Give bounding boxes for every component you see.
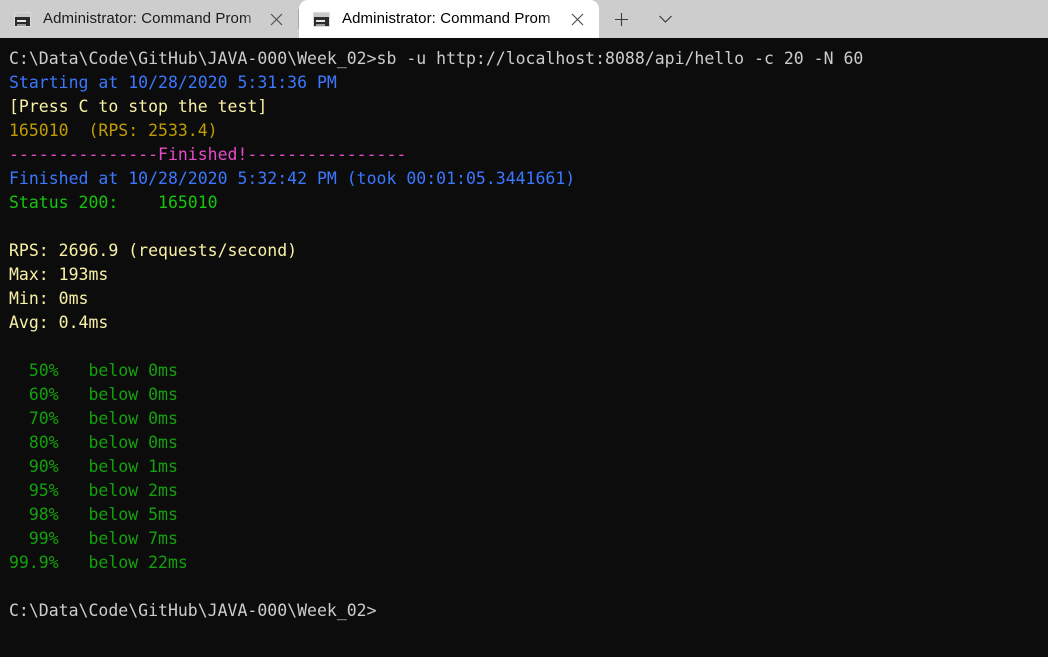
- close-icon[interactable]: [260, 4, 292, 34]
- tab-strip: Administrator: Command Prom Administrato…: [0, 0, 687, 38]
- terminal-line: 60% below 0ms: [9, 385, 178, 404]
- terminal-line: ---------------Finished!----------------: [9, 145, 407, 164]
- close-icon[interactable]: [561, 4, 593, 34]
- chevron-down-icon[interactable]: [643, 0, 687, 38]
- title-bar: Administrator: Command Prom Administrato…: [0, 0, 1048, 38]
- terminal-line: Min: 0ms: [9, 289, 89, 308]
- terminal-line: 95% below 2ms: [9, 481, 178, 500]
- terminal-line: 90% below 1ms: [9, 457, 178, 476]
- terminal-line: 70% below 0ms: [9, 409, 178, 428]
- terminal-pane[interactable]: C:\Data\Code\GitHub\JAVA-000\Week_02>sb …: [0, 38, 1048, 657]
- tab-title: Administrator: Command Prom: [342, 10, 551, 27]
- new-tab-button[interactable]: [599, 0, 643, 38]
- terminal-line: 80% below 0ms: [9, 433, 178, 452]
- terminal-line: Starting at 10/28/2020 5:31:36 PM: [9, 73, 337, 92]
- terminal-line: Status 200: 165010: [9, 193, 218, 212]
- terminal-line: Max: 193ms: [9, 265, 109, 284]
- terminal-line: 99.9% below 22ms: [9, 553, 188, 572]
- terminal-line: C:\Data\Code\GitHub\JAVA-000\Week_02>sb …: [9, 49, 864, 68]
- tab-command-prompt-2[interactable]: Administrator: Command Prom: [299, 0, 599, 38]
- tab-title: Administrator: Command Prom: [43, 10, 252, 27]
- terminal-line: 98% below 5ms: [9, 505, 178, 524]
- titlebar-drag-region: [687, 0, 1048, 38]
- terminal-output: C:\Data\Code\GitHub\JAVA-000\Week_02>sb …: [9, 47, 1048, 623]
- terminal-line: 165010 (RPS: 2533.4): [9, 121, 218, 140]
- console-icon: [313, 11, 330, 27]
- terminal-line: 99% below 7ms: [9, 529, 178, 548]
- terminal-line: RPS: 2696.9 (requests/second): [9, 241, 298, 260]
- terminal-line: C:\Data\Code\GitHub\JAVA-000\Week_02>: [9, 601, 377, 620]
- terminal-line: Finished at 10/28/2020 5:32:42 PM (took …: [9, 169, 576, 188]
- tab-command-prompt-1[interactable]: Administrator: Command Prom: [0, 0, 298, 38]
- console-icon: [14, 11, 31, 27]
- terminal-line: Avg: 0.4ms: [9, 313, 109, 332]
- terminal-line: 50% below 0ms: [9, 361, 178, 380]
- terminal-line: [Press C to stop the test]: [9, 97, 268, 116]
